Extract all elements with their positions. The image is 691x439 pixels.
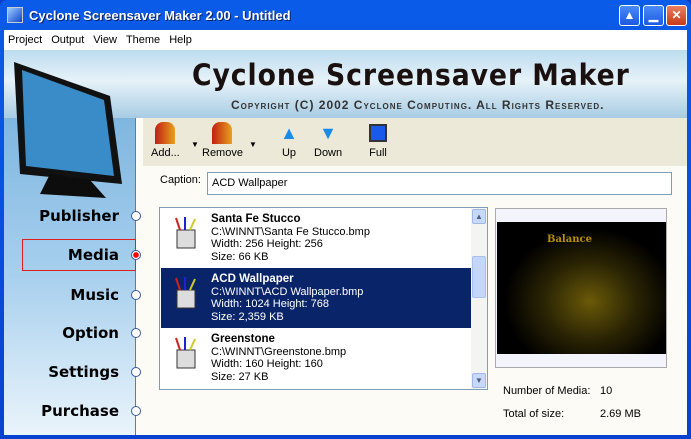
menu-bar: Project Output View Theme Help <box>4 30 687 50</box>
add-media-icon <box>155 122 176 144</box>
media-path: C:\WINNT\Santa Fe Stucco.bmp <box>211 225 370 238</box>
nav-divider <box>135 118 136 435</box>
remove-dropdown-icon[interactable]: ▼ <box>249 140 257 149</box>
total-size-label: Total of size: <box>503 408 565 420</box>
arrow-up-icon: ▲ <box>280 123 298 143</box>
menu-project[interactable]: Project <box>4 30 47 50</box>
media-size: Size: 66 KB <box>211 250 269 263</box>
media-name: ACD Wallpaper <box>211 273 294 285</box>
banner-title: Cyclone Screensaver Maker <box>192 58 630 92</box>
down-label: Down <box>314 147 343 159</box>
app-window: Cyclone Screensaver Maker 2.00 - Untitle… <box>0 0 691 439</box>
scroll-thumb[interactable] <box>472 256 486 298</box>
arrow-down-icon: ▼ <box>319 123 337 143</box>
remove-button[interactable]: Remove <box>202 122 243 159</box>
nav-radio-settings[interactable] <box>131 367 141 377</box>
down-button[interactable]: ▼ Down <box>314 122 342 159</box>
add-label: Add... <box>151 147 180 159</box>
nav-radio-media[interactable] <box>131 250 141 260</box>
menu-theme[interactable]: Theme <box>122 30 165 50</box>
media-name: Santa Fe Stucco <box>211 213 301 225</box>
title-bar: Cyclone Screensaver Maker 2.00 - Untitle… <box>0 0 691 30</box>
client-area: Cyclone Screensaver Maker Copyright (C) … <box>4 50 687 435</box>
media-count-label: Number of Media: <box>503 385 591 397</box>
media-dimensions: Width: 1024 Height: 768 <box>211 298 330 310</box>
add-dropdown-icon[interactable]: ▼ <box>191 140 199 149</box>
nav-music[interactable]: Music <box>70 286 119 304</box>
remove-media-icon <box>212 122 233 144</box>
nav-purchase[interactable]: Purchase <box>41 402 119 420</box>
up-button[interactable]: ▲ Up <box>279 122 299 159</box>
nav-radio-option[interactable] <box>131 328 141 338</box>
media-path: C:\WINNT\ACD Wallpaper.bmp <box>211 285 364 298</box>
up-label: Up <box>281 147 297 159</box>
nav-option[interactable]: Option <box>62 324 119 342</box>
close-button[interactable]: ✕ <box>666 5 687 26</box>
rollup-button[interactable]: ▲ <box>619 5 640 26</box>
caption-label: Caption: <box>160 174 201 186</box>
remove-label: Remove <box>202 147 243 159</box>
nav-settings[interactable]: Settings <box>48 363 119 381</box>
caption-input[interactable]: ACD Wallpaper <box>207 172 672 195</box>
menu-output[interactable]: Output <box>47 30 89 50</box>
menu-help[interactable]: Help <box>165 30 197 50</box>
media-item-selected[interactable]: ACD Wallpaper C:\WINNT\ACD Wallpaper.bmp W… <box>161 268 472 328</box>
media-dimensions: Width: 160 Height: 160 <box>211 358 323 370</box>
monitor-icon <box>14 62 122 198</box>
window-title: Cyclone Screensaver Maker 2.00 - Untitle… <box>29 8 291 23</box>
nav-radio-publisher[interactable] <box>131 211 141 221</box>
nav-radio-music[interactable] <box>131 290 141 300</box>
media-item[interactable]: Santa Fe Stucco C:\WINNT\Santa Fe Stucco.… <box>161 208 472 268</box>
media-dimensions: Width: 256 Height: 256 <box>211 238 323 250</box>
media-preview: Balance <box>495 208 667 368</box>
scroll-down-button[interactable]: ▼ <box>472 373 486 388</box>
full-button[interactable]: Full <box>369 122 387 159</box>
preview-image: Balance <box>497 222 666 354</box>
fullscreen-icon <box>369 124 387 142</box>
nav-media[interactable]: Media <box>68 246 119 264</box>
toolbar: Add... ▼ Remove ▼ ▲ Up ▼ Down Full <box>143 118 687 166</box>
media-list[interactable]: Santa Fe Stucco C:\WINNT\Santa Fe Stucco.… <box>159 207 488 390</box>
media-file-icon <box>175 217 196 249</box>
add-button[interactable]: Add... <box>151 122 180 159</box>
media-path: C:\WINNT\Greenstone.bmp <box>211 345 347 358</box>
menu-view[interactable]: View <box>89 30 122 50</box>
media-item[interactable]: Greenstone C:\WINNT\Greenstone.bmp Width: … <box>161 328 472 388</box>
nav-radio-purchase[interactable] <box>131 406 141 416</box>
scroll-up-button[interactable]: ▲ <box>472 209 486 224</box>
app-icon[interactable] <box>7 7 23 23</box>
media-count-value: 10 <box>600 385 613 397</box>
media-file-icon <box>175 337 196 369</box>
list-scrollbar[interactable]: ▲ ▼ <box>471 208 487 389</box>
media-name: Greenstone <box>211 333 275 345</box>
media-size: Size: 2,359 KB <box>211 310 284 323</box>
total-size-value: 2.69 MB <box>600 408 641 420</box>
nav-publisher[interactable]: Publisher <box>39 207 119 225</box>
minimize-button[interactable]: ▁ <box>643 5 664 26</box>
full-label: Full <box>369 147 387 159</box>
media-size: Size: 27 KB <box>211 370 269 383</box>
media-file-icon <box>175 277 196 309</box>
banner-copyright: Copyright (C) 2002 Cyclone Computing. Al… <box>231 98 605 112</box>
preview-image-text: Balance <box>547 234 592 245</box>
